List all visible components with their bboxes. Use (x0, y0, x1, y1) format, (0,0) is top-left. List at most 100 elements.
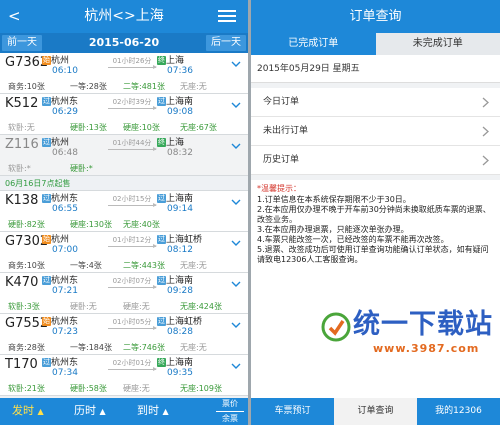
chevron-down-icon[interactable] (231, 59, 241, 69)
nav-order-query[interactable]: 订单查询 (334, 398, 417, 425)
seat-availability: 一等:184张 (70, 343, 112, 352)
seat-availability: 无座:无 (180, 82, 207, 91)
station-type-badge: 过 (157, 194, 166, 203)
seat-availability: 商务:10张 (8, 82, 45, 91)
seat-availability: 无座:无 (180, 343, 207, 352)
app-root: < 杭州<>上海 前一天 2015-06-20 后一天 G7362 始杭州 06… (0, 0, 500, 425)
train-number: Z116 (5, 137, 39, 152)
departure-station-name: 杭州东 (51, 358, 79, 368)
tip-line: 3.在本应用办理退票，只能逐次单张办理。 (257, 225, 409, 234)
route-arrow-icon (108, 147, 157, 151)
seat-availability: 商务:28张 (8, 343, 45, 352)
chevron-down-icon[interactable] (231, 197, 241, 207)
train-card[interactable]: G7302 始杭州 07:00 01小时12分 过上海虹桥 08:12 商务:1… (0, 232, 248, 273)
train-card[interactable]: K138 过杭州东 06:55 02小时15分 过上海南 09:14 硬卧:82… (0, 191, 248, 232)
top-bar: < 杭州<>上海 (0, 0, 248, 33)
seat-availability: 商务:10张 (8, 261, 45, 270)
next-day-button[interactable]: 后一天 (206, 35, 246, 51)
tips-title: *温馨提示： (257, 184, 301, 193)
sort-depart-button[interactable]: 发时 ▲ (12, 403, 44, 420)
menu-icon[interactable] (218, 10, 236, 24)
station-type-badge: 过 (157, 235, 166, 244)
train-card[interactable]: G7362 始杭州 06:10 01小时26分 终上海 07:36 商务:10张… (0, 53, 248, 94)
station-type-badge: 过 (42, 276, 51, 285)
seat-availability: 无座:40张 (123, 220, 160, 229)
history-orders-item[interactable]: 历史订单 (251, 146, 500, 175)
history-orders-label: 历史订单 (263, 155, 300, 165)
sort-arrive-button[interactable]: 到时 ▲ (137, 403, 169, 420)
tab-completed[interactable]: 已完成订单 (251, 33, 376, 55)
station-type-badge: 始 (42, 56, 51, 65)
arrival-time: 07:36 (167, 66, 193, 76)
train-number: K138 (5, 193, 39, 208)
travel-duration: 01小时05分 (112, 318, 152, 326)
route-arrow-icon (108, 203, 157, 207)
route-arrow-icon (108, 326, 157, 330)
train-card[interactable]: T170 过杭州东 07:34 02小时01分 终上海南 09:35 软卧:21… (0, 355, 248, 396)
station-type-badge: 终 (157, 56, 166, 65)
chevron-down-icon[interactable] (231, 100, 241, 110)
chevron-down-icon[interactable] (231, 279, 241, 289)
departure-time: 07:21 (52, 286, 78, 296)
seat-availability: 软卧:3张 (8, 302, 40, 311)
seat-availability: 硬卧:82张 (8, 220, 45, 229)
station-type-badge: 过 (157, 276, 166, 285)
order-title: 订单查询 (251, 0, 500, 33)
order-menu: 今日订单 未出行订单 历史订单 (251, 88, 500, 175)
departure-time: 07:00 (52, 245, 78, 255)
train-card[interactable]: K470 过杭州东 07:21 02小时07分 过上海南 09:28 软卧:3张… (0, 273, 248, 314)
sort-arrow-icon: ▲ (162, 407, 169, 416)
arrival-time: 08:32 (167, 148, 193, 158)
route-arrow-icon (108, 367, 157, 371)
seat-availability: 软卧:21张 (8, 384, 45, 393)
seat-availability: 硬卧:* (70, 164, 93, 173)
nav-ticket-booking[interactable]: 车票预订 (251, 398, 334, 425)
arrival-time: 08:28 (167, 327, 193, 337)
seat-availability: 一等:28张 (70, 82, 107, 91)
chevron-right-icon (482, 97, 489, 108)
chevron-down-icon[interactable] (231, 238, 241, 248)
bottom-nav: 车票预订 订单查询 我的12306 (251, 398, 500, 425)
departure-time: 07:34 (52, 368, 78, 378)
chevron-right-icon (482, 155, 489, 166)
travel-duration: 02小时07分 (112, 277, 152, 285)
seat-availability: 硬座:无 (123, 302, 150, 311)
sort-arrow-icon: ▲ (99, 407, 106, 416)
seat-availability: 软卧:* (8, 164, 31, 173)
seat-availability: 无座:424张 (180, 302, 222, 311)
seat-availability: 硬座:130张 (70, 220, 112, 229)
travel-duration: 01小时26分 (112, 57, 152, 65)
arrival-station-name: 上海南 (166, 358, 194, 368)
route-arrow-icon (108, 244, 157, 248)
arrival-time: 09:35 (167, 368, 193, 378)
today-orders-item[interactable]: 今日订单 (251, 88, 500, 117)
tip-line: 4.车票只能改签一次，已经改签的车票不能再次改签。 (257, 235, 449, 244)
watermark-url: www.3987.com (373, 342, 480, 355)
seat-availability: 无座:67张 (180, 123, 217, 132)
train-number: T170 (5, 357, 38, 372)
arrival-station-name: 上海南 (166, 97, 194, 107)
arrival-time: 08:12 (167, 245, 193, 255)
station-type-badge: 过 (42, 358, 51, 367)
departure-station-name: 杭州东 (51, 317, 79, 327)
train-card[interactable]: Z116 过杭州 06:48 01小时44分 终上海 08:32 软卧:* 硬卧:… (0, 135, 248, 176)
price-toggle[interactable]: 票价 余票 (216, 398, 244, 425)
seat-availability: 无座:无 (180, 261, 207, 270)
arrival-time: 09:14 (167, 204, 193, 214)
route-title: 杭州<>上海 (84, 8, 164, 24)
chevron-down-icon[interactable] (231, 141, 241, 151)
upcoming-orders-item[interactable]: 未出行订单 (251, 117, 500, 146)
chevron-down-icon[interactable] (231, 320, 241, 330)
seat-availability: 软卧:无 (8, 123, 35, 132)
station-type-badge: 始 (42, 235, 51, 244)
station-type-badge: 过 (42, 138, 51, 147)
sort-duration-button[interactable]: 历时 ▲ (74, 403, 106, 420)
seat-availability: 硬卧:13张 (70, 123, 107, 132)
nav-my-12306[interactable]: 我的12306 (417, 398, 500, 425)
train-card[interactable]: G7552 始杭州东 07:23 01小时05分 过上海虹桥 08:28 商务:… (0, 314, 248, 355)
tab-uncompleted[interactable]: 未完成订单 (376, 33, 500, 55)
chevron-down-icon[interactable] (231, 361, 241, 371)
departure-time: 07:23 (52, 327, 78, 337)
station-type-badge: 过 (42, 97, 51, 106)
train-card[interactable]: K512 过杭州东 06:29 02小时39分 过上海南 09:08 软卧:无硬… (0, 94, 248, 135)
